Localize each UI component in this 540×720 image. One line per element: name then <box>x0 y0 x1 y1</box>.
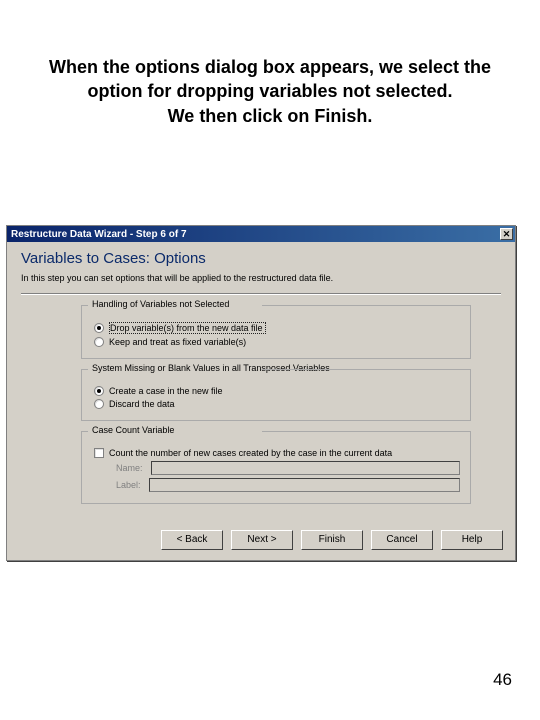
dialog-subtitle: In this step you can set options that wi… <box>21 273 501 283</box>
label-label: Label: <box>116 480 141 490</box>
radio-icon <box>94 323 104 333</box>
radio-label: Drop variable(s) from the new data file <box>109 322 266 334</box>
next-button[interactable]: Next > <box>231 530 293 550</box>
radio-icon <box>94 386 104 396</box>
label-input <box>149 478 460 492</box>
finish-button[interactable]: Finish <box>301 530 363 550</box>
checkbox-label: Count the number of new cases created by… <box>109 448 392 458</box>
slide-caption: When the options dialog box appears, we … <box>0 55 540 128</box>
name-input <box>151 461 460 475</box>
group-label: System Missing or Blank Values in all Tr… <box>89 363 333 373</box>
titlebar: Restructure Data Wizard - Step 6 of 7 ✕ <box>7 226 515 242</box>
options-dialog: Restructure Data Wizard - Step 6 of 7 ✕ … <box>6 225 516 561</box>
back-button[interactable]: < Back <box>161 530 223 550</box>
window-title: Restructure Data Wizard - Step 6 of 7 <box>11 229 187 240</box>
name-label: Name: <box>116 463 143 473</box>
caption-line: option for dropping variables not select… <box>87 81 452 101</box>
divider <box>21 293 501 295</box>
radio-keep-fixed[interactable]: Keep and treat as fixed variable(s) <box>94 337 460 347</box>
radio-label: Keep and treat as fixed variable(s) <box>109 337 246 347</box>
checkbox-count-cases[interactable]: Count the number of new cases created by… <box>94 448 460 458</box>
radio-label: Create a case in the new file <box>109 386 223 396</box>
caption-line: We then click on Finish. <box>168 106 373 126</box>
radio-icon <box>94 337 104 347</box>
group-variables-not-selected: Handling of Variables not Selected Drop … <box>81 305 471 359</box>
radio-icon <box>94 399 104 409</box>
label-field-row: Label: <box>116 478 460 492</box>
radio-discard-data[interactable]: Discard the data <box>94 399 460 409</box>
radio-create-case[interactable]: Create a case in the new file <box>94 386 460 396</box>
button-bar: < Back Next > Finish Cancel Help <box>7 524 515 560</box>
group-label: Handling of Variables not Selected <box>89 299 232 309</box>
name-field-row: Name: <box>116 461 460 475</box>
group-label: Case Count Variable <box>89 425 177 435</box>
page-number: 46 <box>493 670 512 690</box>
radio-label: Discard the data <box>109 399 175 409</box>
help-button[interactable]: Help <box>441 530 503 550</box>
caption-line: When the options dialog box appears, we … <box>49 57 491 77</box>
group-case-count: Case Count Variable Count the number of … <box>81 431 471 504</box>
radio-drop-variables[interactable]: Drop variable(s) from the new data file <box>94 322 460 334</box>
close-icon[interactable]: ✕ <box>500 228 513 240</box>
cancel-button[interactable]: Cancel <box>371 530 433 550</box>
dialog-heading: Variables to Cases: Options <box>21 250 501 267</box>
group-missing-values: System Missing or Blank Values in all Tr… <box>81 369 471 421</box>
checkbox-icon <box>94 448 104 458</box>
